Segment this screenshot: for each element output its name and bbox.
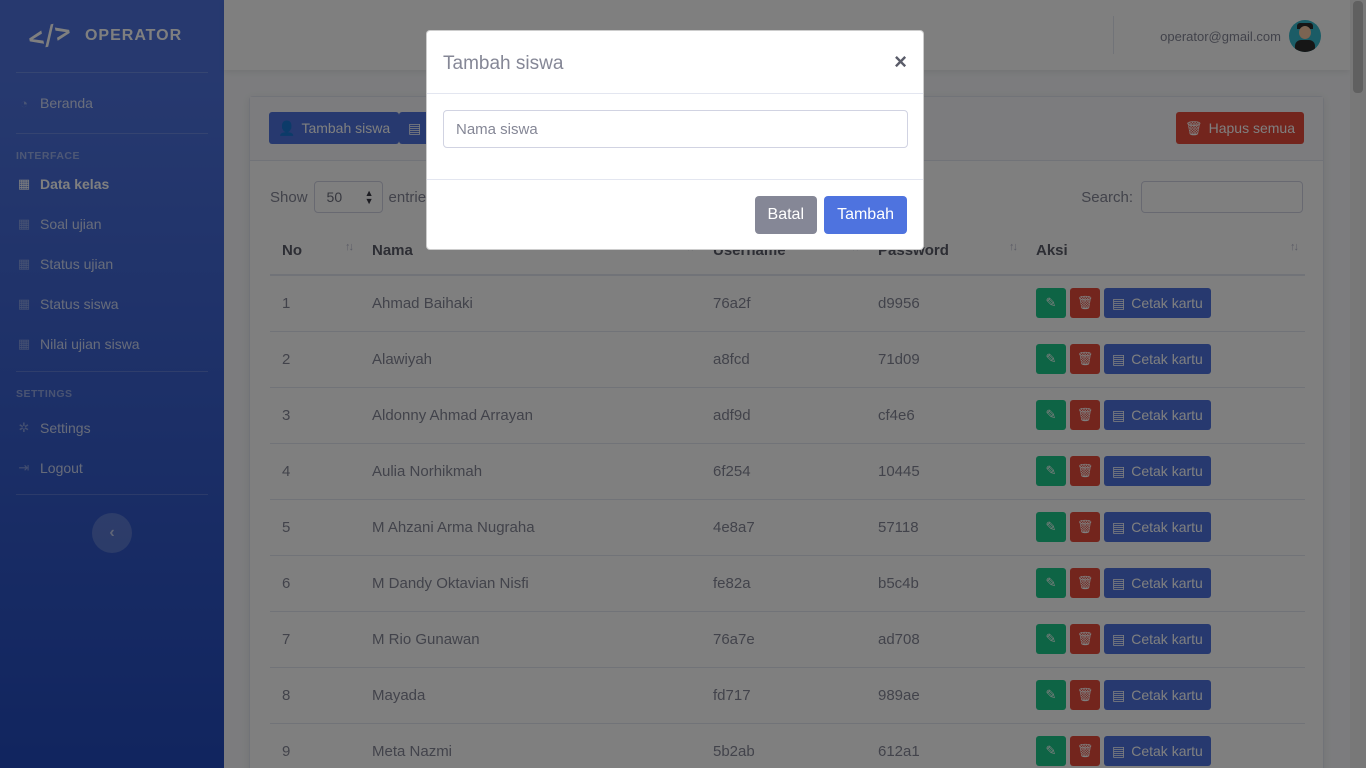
modal-body: [427, 94, 923, 180]
cancel-button[interactable]: Batal: [754, 196, 817, 234]
modal-header: Tambah siswa ×: [427, 31, 923, 94]
submit-button[interactable]: Tambah: [824, 196, 907, 234]
close-icon[interactable]: ×: [894, 49, 907, 75]
modal-footer: Batal Tambah: [427, 180, 923, 250]
modal-title: Tambah siswa: [443, 53, 564, 74]
add-student-modal: Tambah siswa × Batal Tambah: [426, 30, 924, 250]
student-name-input[interactable]: [443, 110, 908, 148]
